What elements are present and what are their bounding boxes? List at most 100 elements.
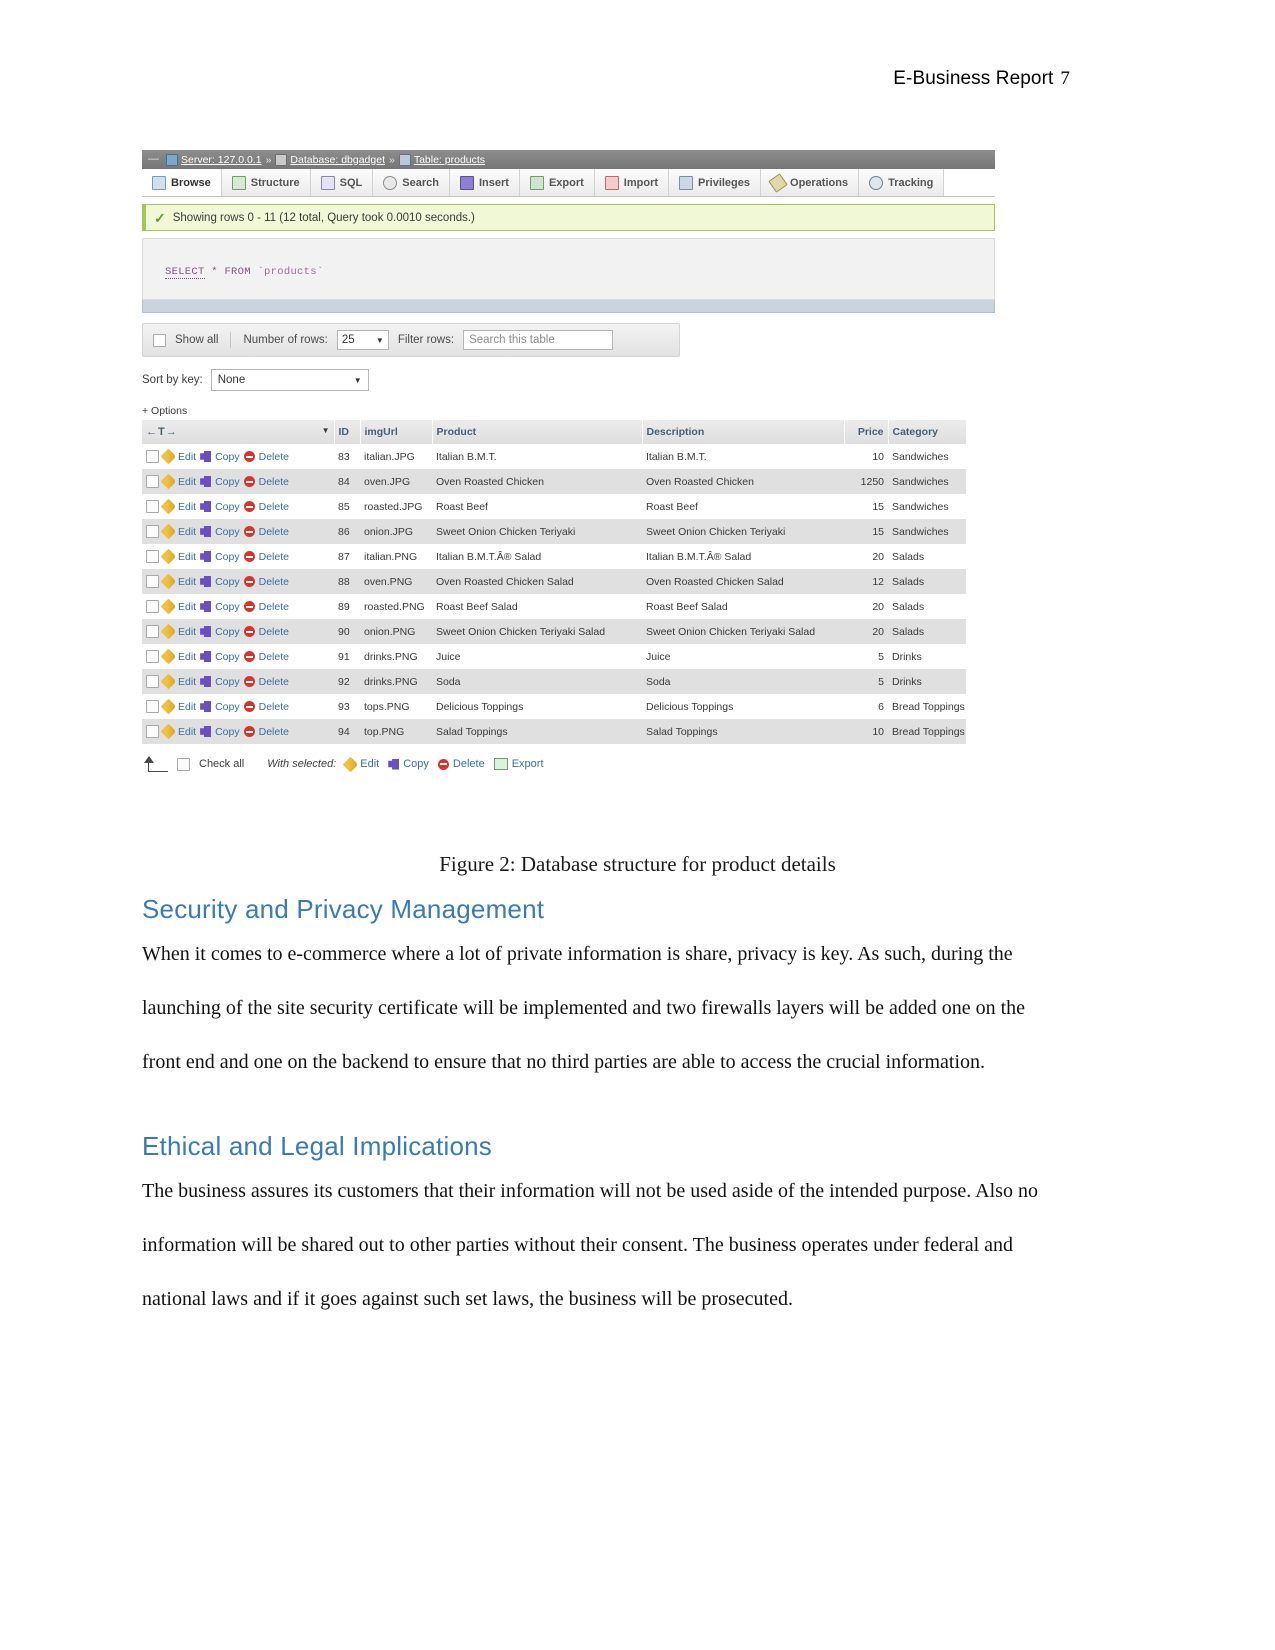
copy-icon[interactable]	[200, 526, 212, 537]
edit-icon[interactable]	[160, 498, 177, 515]
delete-link[interactable]: Delete	[259, 551, 289, 563]
row-select-checkbox[interactable]	[146, 675, 159, 688]
row-select-checkbox[interactable]	[146, 525, 159, 538]
edit-link[interactable]: Edit	[178, 526, 196, 538]
tab-operations[interactable]: Operations	[761, 169, 860, 196]
column-header-id[interactable]: ID	[334, 420, 361, 444]
edit-link[interactable]: Edit	[178, 501, 196, 513]
footer-copy-action[interactable]: Copy	[388, 758, 429, 770]
show-all-checkbox[interactable]	[153, 333, 166, 347]
delete-link[interactable]: Delete	[259, 451, 289, 463]
delete-link[interactable]: Delete	[259, 476, 289, 488]
row-select-checkbox[interactable]	[146, 625, 159, 638]
column-header-description[interactable]: Description	[642, 420, 845, 444]
row-select-checkbox[interactable]	[146, 450, 159, 463]
tab-privileges[interactable]: Privileges	[669, 169, 762, 196]
edit-link[interactable]: Edit	[178, 701, 196, 713]
footer-export-action[interactable]: Export	[493, 758, 544, 770]
edit-link[interactable]: Edit	[178, 601, 196, 613]
edit-icon[interactable]	[160, 548, 177, 565]
breadcrumb-server[interactable]: Server: 127.0.0.1	[166, 153, 262, 166]
edit-icon[interactable]	[160, 448, 177, 465]
column-header-price[interactable]: Price	[844, 420, 889, 444]
delete-icon[interactable]	[243, 701, 255, 712]
copy-link[interactable]: Copy	[215, 701, 240, 713]
tab-export[interactable]: Export	[519, 169, 595, 196]
delete-icon[interactable]	[243, 651, 255, 662]
sort-by-key-select[interactable]: None ▼	[210, 369, 369, 391]
copy-link[interactable]: Copy	[215, 626, 240, 638]
delete-icon[interactable]	[243, 676, 255, 687]
row-select-checkbox[interactable]	[146, 500, 159, 513]
edit-link[interactable]: Edit	[178, 651, 196, 663]
breadcrumb-database[interactable]: Database: dbgadget	[275, 153, 385, 166]
column-header-imgurl[interactable]: imgUrl	[360, 420, 433, 444]
edit-link[interactable]: Edit	[178, 576, 196, 588]
copy-icon[interactable]	[200, 551, 212, 562]
edit-icon[interactable]	[160, 723, 177, 740]
tab-browse[interactable]: Browse	[142, 169, 222, 196]
delete-link[interactable]: Delete	[259, 576, 289, 588]
edit-icon[interactable]	[160, 598, 177, 615]
copy-link[interactable]: Copy	[215, 501, 240, 513]
row-select-checkbox[interactable]	[146, 575, 159, 588]
delete-icon[interactable]	[243, 726, 255, 737]
edit-link[interactable]: Edit	[178, 626, 196, 638]
delete-icon[interactable]	[243, 451, 255, 462]
delete-link[interactable]: Delete	[259, 651, 289, 663]
footer-edit-action[interactable]: Edit	[342, 756, 379, 772]
copy-link[interactable]: Copy	[215, 451, 240, 463]
breadcrumb-table[interactable]: Table: products	[398, 153, 485, 166]
copy-icon[interactable]	[200, 701, 212, 712]
delete-link[interactable]: Delete	[259, 526, 289, 538]
copy-icon[interactable]	[200, 726, 212, 737]
delete-link[interactable]: Delete	[259, 726, 289, 738]
copy-icon[interactable]	[200, 651, 212, 662]
check-all-checkbox[interactable]	[177, 757, 190, 771]
tab-tracking[interactable]: Tracking	[859, 169, 945, 196]
column-sort-controls[interactable]: ←T→ ▼	[142, 420, 335, 444]
copy-icon[interactable]	[200, 476, 212, 487]
options-toggle-link[interactable]: + Options	[142, 405, 995, 417]
edit-icon[interactable]	[160, 673, 177, 690]
row-select-checkbox[interactable]	[146, 650, 159, 663]
delete-icon[interactable]	[243, 526, 255, 537]
copy-link[interactable]: Copy	[215, 476, 240, 488]
edit-link[interactable]: Edit	[178, 726, 196, 738]
row-select-checkbox[interactable]	[146, 725, 159, 738]
edit-icon[interactable]	[160, 523, 177, 540]
edit-icon[interactable]	[160, 623, 177, 640]
row-select-checkbox[interactable]	[146, 700, 159, 713]
copy-icon[interactable]	[200, 601, 212, 612]
edit-link[interactable]: Edit	[178, 551, 196, 563]
delete-icon[interactable]	[243, 601, 255, 612]
delete-icon[interactable]	[243, 576, 255, 587]
number-of-rows-select[interactable]: 25 ▼	[336, 330, 389, 350]
copy-link[interactable]: Copy	[215, 551, 240, 563]
edit-icon[interactable]	[160, 698, 177, 715]
copy-link[interactable]: Copy	[215, 676, 240, 688]
delete-icon[interactable]	[243, 501, 255, 512]
edit-link[interactable]: Edit	[178, 451, 196, 463]
delete-icon[interactable]	[243, 626, 255, 637]
edit-icon[interactable]	[160, 573, 177, 590]
footer-delete-action[interactable]: Delete	[437, 758, 485, 770]
delete-link[interactable]: Delete	[259, 501, 289, 513]
tab-import[interactable]: Import	[594, 169, 670, 196]
row-select-checkbox[interactable]	[146, 600, 159, 613]
row-select-checkbox[interactable]	[146, 475, 159, 488]
edit-link[interactable]: Edit	[178, 676, 196, 688]
delete-link[interactable]: Delete	[259, 701, 289, 713]
edit-icon[interactable]	[160, 648, 177, 665]
delete-icon[interactable]	[243, 551, 255, 562]
edit-icon[interactable]	[160, 473, 177, 490]
delete-link[interactable]: Delete	[259, 676, 289, 688]
copy-icon[interactable]	[200, 676, 212, 687]
tab-insert[interactable]: Insert	[449, 169, 520, 196]
row-select-checkbox[interactable]	[146, 550, 159, 563]
copy-icon[interactable]	[200, 501, 212, 512]
column-header-category[interactable]: Category	[888, 420, 967, 444]
column-header-product[interactable]: Product	[432, 420, 643, 444]
copy-icon[interactable]	[200, 576, 212, 587]
tab-structure[interactable]: Structure	[221, 169, 311, 196]
